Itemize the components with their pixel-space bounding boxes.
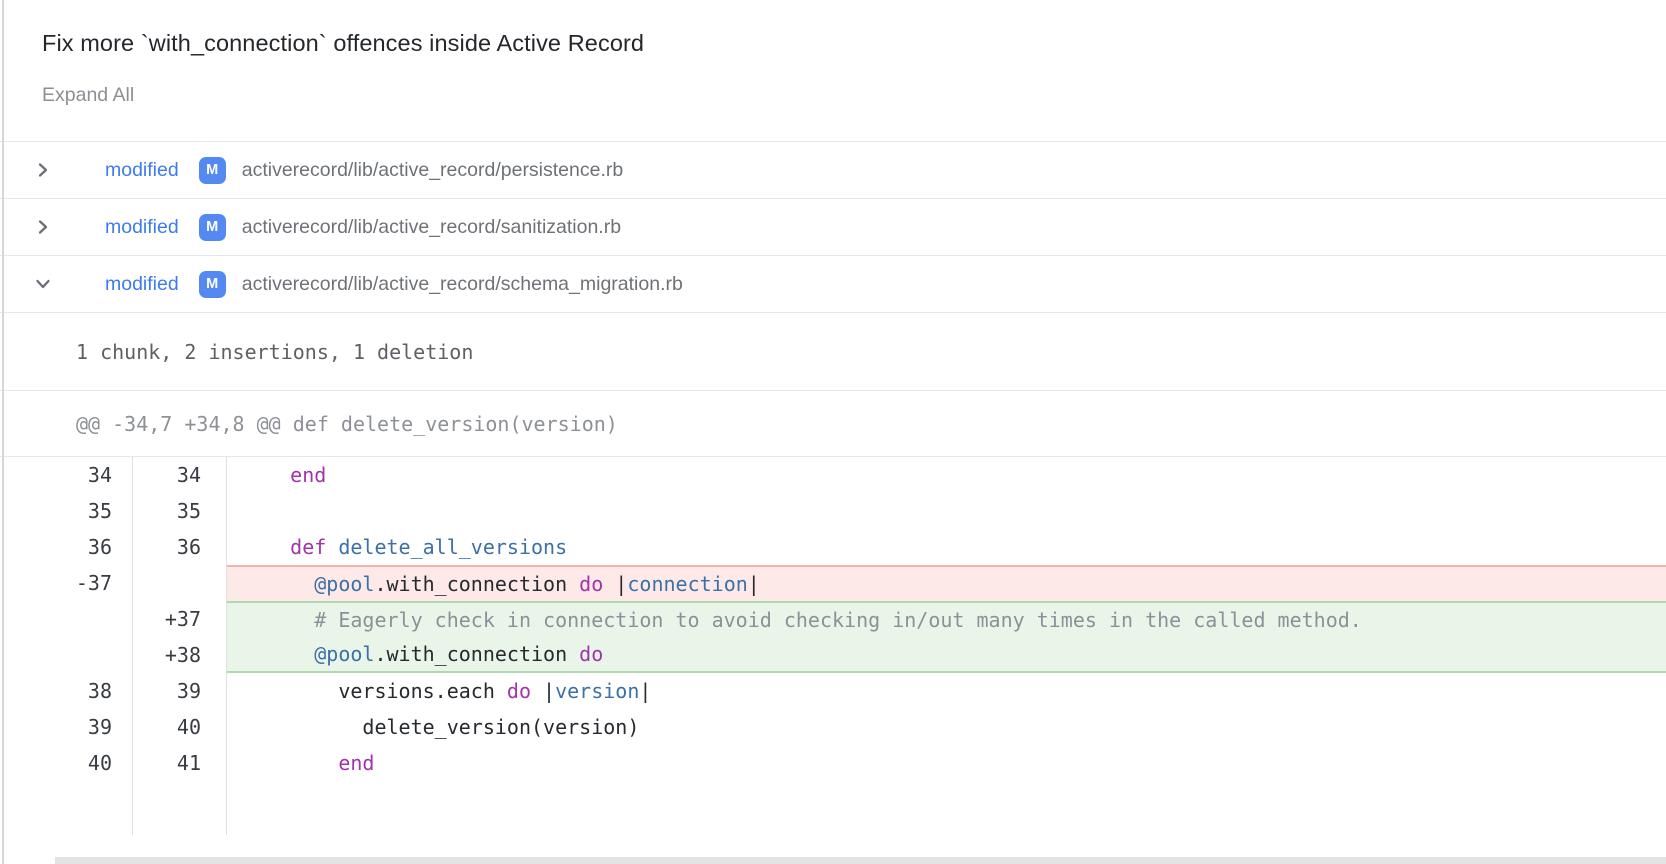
code-cell: versions.each do |version|	[227, 673, 1666, 709]
file-status-label: modified	[105, 159, 179, 182]
diff-line: 38 39 versions.each do |version|	[0, 673, 1666, 709]
new-line-number: +37	[133, 601, 227, 637]
file-row[interactable]: modified M activerecord/lib/active_recor…	[0, 256, 1666, 313]
code-token	[242, 535, 290, 559]
file-status-label: modified	[105, 216, 179, 239]
file-path: activerecord/lib/active_record/persisten…	[242, 159, 624, 182]
modified-badge: M	[199, 271, 226, 298]
file-row[interactable]: modified M activerecord/lib/active_recor…	[0, 199, 1666, 256]
file-path: activerecord/lib/active_record/sanitizat…	[242, 216, 621, 239]
old-line-number: 36	[0, 529, 133, 565]
new-line-number: 39	[133, 673, 227, 709]
code-token: @pool	[314, 572, 374, 596]
code-token: |	[603, 572, 627, 596]
code-cell: delete_version(version)	[227, 709, 1666, 745]
code-token	[242, 751, 338, 775]
file-row[interactable]: modified M activerecord/lib/active_recor…	[0, 142, 1666, 199]
code-token: |	[748, 572, 760, 596]
modified-badge: M	[199, 157, 226, 184]
code-token: .with_connection	[374, 642, 579, 666]
left-panel-border	[2, 0, 4, 864]
diff-line: 39 40 delete_version(version)	[0, 709, 1666, 745]
code-token	[242, 463, 290, 487]
code-token: delete_all_versions	[338, 535, 567, 559]
code-cell: end	[227, 745, 1666, 781]
new-line-number: 36	[133, 529, 227, 565]
modified-badge: M	[199, 214, 226, 241]
diff-line: 40 41 end	[0, 745, 1666, 781]
old-line-number: 38	[0, 673, 133, 709]
new-line-number: +38	[133, 637, 227, 673]
code-cell: @pool.with_connection do |connection|	[227, 565, 1666, 601]
new-line-number	[133, 565, 227, 601]
scrollbar-horizontal[interactable]	[55, 857, 1666, 864]
code-token	[326, 535, 338, 559]
code-token: end	[338, 751, 374, 775]
code-token: delete_version(version)	[242, 715, 639, 739]
diff-line: +38 @pool.with_connection do	[0, 637, 1666, 673]
old-line-number: 40	[0, 745, 133, 781]
new-line-number: 41	[133, 745, 227, 781]
code-cell: # Eagerly check in connection to avoid c…	[227, 601, 1666, 637]
chunk-summary: 1 chunk, 2 insertions, 1 deletion	[76, 340, 473, 364]
file-list: modified M activerecord/lib/active_recor…	[0, 142, 1666, 313]
new-line-number-gutter	[133, 781, 227, 835]
commit-title: Fix more `with_connection` offences insi…	[42, 30, 1666, 57]
code-token	[242, 642, 314, 666]
new-line-number: 40	[133, 709, 227, 745]
hunk-header: @@ -34,7 +34,8 @@ def delete_version(ver…	[76, 412, 618, 436]
new-line-number: 35	[133, 493, 227, 529]
code-token: do	[507, 679, 531, 703]
code-token: end	[290, 463, 326, 487]
code-token: do	[579, 642, 603, 666]
code-token: .with_connection	[374, 572, 579, 596]
code-gutter	[227, 781, 1666, 835]
diff-lines: 34 34 end 35 35 36 36 def delete_all_ver…	[0, 457, 1666, 781]
code-token: def	[290, 535, 326, 559]
file-status-label: modified	[105, 273, 179, 296]
code-cell: @pool.with_connection do	[227, 637, 1666, 673]
code-token: # Eagerly check in connection to avoid c…	[314, 608, 1362, 632]
code-token: @pool	[314, 642, 374, 666]
code-cell: def delete_all_versions	[227, 529, 1666, 565]
code-token: |	[639, 679, 651, 703]
diff-header: Fix more `with_connection` offences insi…	[0, 0, 1666, 142]
old-line-number-gutter	[0, 781, 133, 835]
chevron-icon[interactable]	[33, 217, 53, 237]
code-token: versions.each	[242, 679, 507, 703]
code-token	[242, 572, 314, 596]
code-token: version	[555, 679, 639, 703]
code-token: |	[531, 679, 555, 703]
new-line-number: 34	[133, 457, 227, 493]
old-line-number: 35	[0, 493, 133, 529]
hunk-header-row: @@ -34,7 +34,8 @@ def delete_version(ver…	[0, 391, 1666, 457]
old-line-number: -37	[0, 565, 133, 601]
expand-all-button[interactable]: Expand All	[42, 84, 134, 107]
old-line-number: 39	[0, 709, 133, 745]
diff-table-filler	[0, 781, 1666, 835]
diff-line: +37 # Eagerly check in connection to avo…	[0, 601, 1666, 637]
old-line-number	[0, 637, 133, 673]
code-cell	[227, 493, 1666, 529]
code-token: do	[579, 572, 603, 596]
diff-line: 36 36 def delete_all_versions	[0, 529, 1666, 565]
old-line-number: 34	[0, 457, 133, 493]
code-cell: end	[227, 457, 1666, 493]
code-token: connection	[627, 572, 747, 596]
diff-line: 34 34 end	[0, 457, 1666, 493]
diff-line: -37 @pool.with_connection do |connection…	[0, 565, 1666, 601]
chunk-summary-row: 1 chunk, 2 insertions, 1 deletion	[0, 313, 1666, 391]
diff-line: 35 35	[0, 493, 1666, 529]
old-line-number	[0, 601, 133, 637]
chevron-icon[interactable]	[33, 160, 53, 180]
code-token	[242, 608, 314, 632]
file-path: activerecord/lib/active_record/schema_mi…	[242, 273, 683, 296]
chevron-icon[interactable]	[33, 274, 53, 294]
